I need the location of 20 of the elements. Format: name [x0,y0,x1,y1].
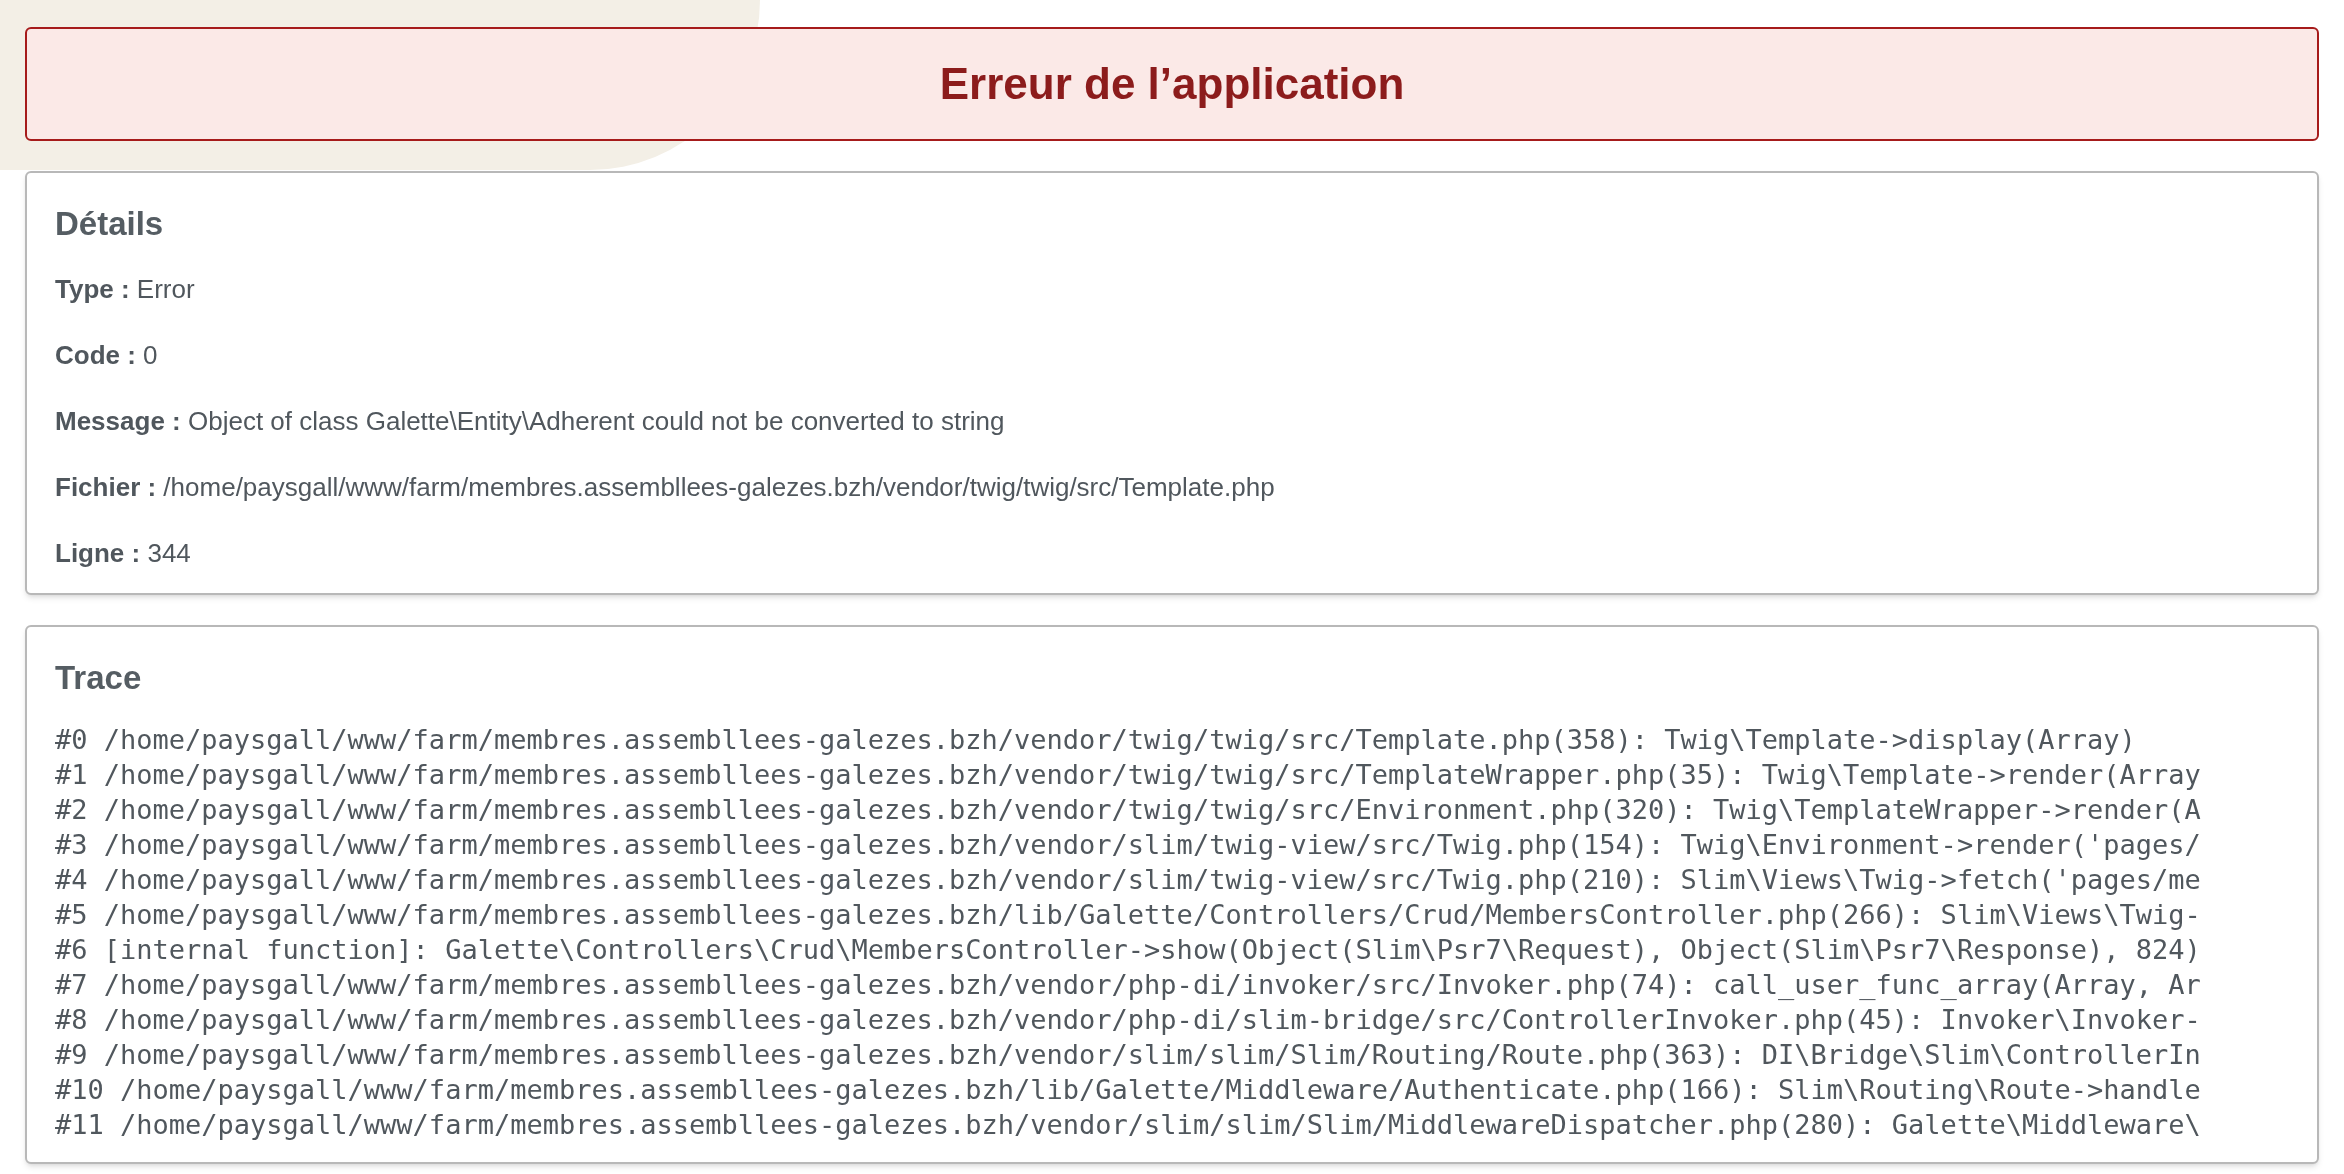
details-heading: Détails [55,204,165,244]
trace-line: #11 /home/paysgall/www/farm/membres.assembllees-galezes.bzh/vendor/slim/slim/Slim/MiddlewareDispatcher.php(280): Galette\Middleware\ [55,1108,2201,1142]
trace-line: #10 /home/paysgall/www/farm/membres.assembllees-galezes.bzh/lib/Galette/Middleware/Authenticate.php(166): Slim\Routing\Route->handle [55,1073,2201,1107]
detail-line: Ligne : 344 [55,536,192,570]
trace-line: #0 /home/paysgall/www/farm/membres.assembllees-galezes.bzh/vendor/twig/twig/src/Template.php(358): Twig\Template->display(Array) [55,723,2136,757]
detail-line: Message : Object of class Galette\Entity\Adherent could not be converted to string [55,404,1006,438]
trace-line: #3 /home/paysgall/www/farm/membres.assembllees-galezes.bzh/vendor/slim/twig-view/src/Twig.php(154): Twig\Environment->render('pages/ [55,828,2201,862]
trace-line: #1 /home/paysgall/www/farm/membres.assembllees-galezes.bzh/vendor/twig/twig/src/TemplateWrapper.php(35): Twig\Template->render(Array [55,758,2201,792]
detail-line: Fichier : /home/paysgall/www/farm/membres.assembllees-galezes.bzh/vendor/twig/twig/src/Template.php [55,470,1276,504]
trace-line: #9 /home/paysgall/www/farm/membres.assembllees-galezes.bzh/vendor/slim/slim/Slim/Routing/Route.php(363): DI\Bridge\Slim\ControllerIn [55,1038,2201,1072]
trace-line: #7 /home/paysgall/www/farm/membres.assembllees-galezes.bzh/vendor/php-di/invoker/src/Invoker.php(74): call_user_func_array(Array, Ar [55,968,2201,1002]
trace-line: #4 /home/paysgall/www/farm/membres.assembllees-galezes.bzh/vendor/slim/twig-view/src/Twig.php(210): Slim\Views\Twig->fetch('pages/me [55,863,2201,897]
trace-line: #5 /home/paysgall/www/farm/membres.assembllees-galezes.bzh/lib/Galette/Controllers/Crud/MembersController.php(266): Slim\Views\Twig- [55,898,2201,932]
trace-line: #6 [internal function]: Galette\Controllers\Crud\MembersController->show(Object(Slim\Psr7\Request), Object(Slim\Psr7\Response), 824) [55,933,2201,967]
page-title: Erreur de l’application [939,58,1405,110]
trace-line: #2 /home/paysgall/www/farm/membres.assembllees-galezes.bzh/vendor/twig/twig/src/Environment.php(320): Twig\TemplateWrapper->render(A [55,793,2201,827]
trace-line: #8 /home/paysgall/www/farm/membres.assembllees-galezes.bzh/vendor/php-di/slim-bridge/src/ControllerInvoker.php(45): Invoker\Invoker- [55,1003,2201,1037]
detail-line: Code : 0 [55,338,159,372]
detail-line: Type : Error [55,272,196,306]
trace-heading: Trace [55,657,143,698]
